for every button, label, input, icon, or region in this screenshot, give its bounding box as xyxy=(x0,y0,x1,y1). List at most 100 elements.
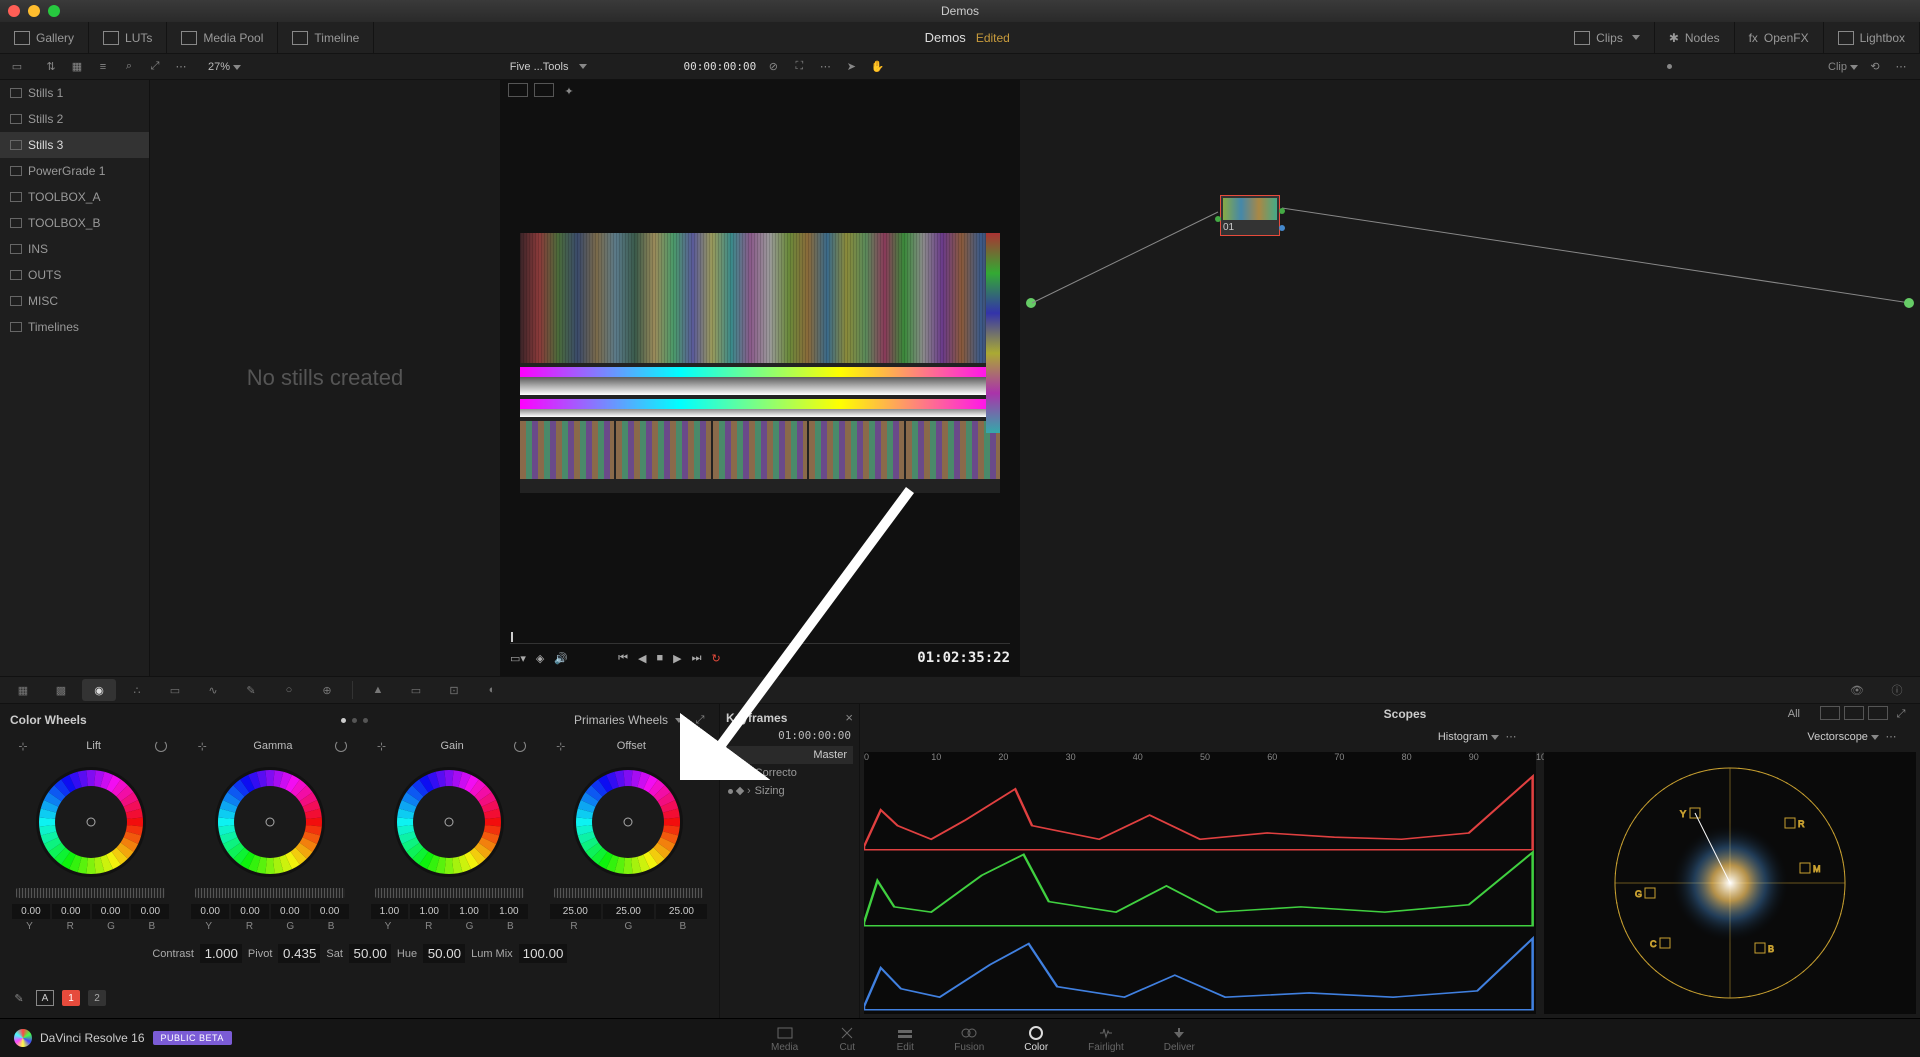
search-icon[interactable]: ⌕ xyxy=(120,59,138,75)
sidebar-item-outs[interactable]: OUTS xyxy=(0,262,149,288)
expand-icon[interactable]: ⤢ xyxy=(146,59,164,75)
page-tab-fusion[interactable]: Fusion xyxy=(954,1024,984,1053)
more-viewer-icon[interactable]: ⋯ xyxy=(816,59,834,75)
info-icon[interactable]: ⓘ xyxy=(1880,679,1914,701)
sidebar-item-powergrade1[interactable]: PowerGrade 1 xyxy=(0,158,149,184)
mute-icon[interactable]: 🔊 xyxy=(554,652,568,665)
reset-icon[interactable] xyxy=(514,740,526,752)
node-input-dot[interactable] xyxy=(1026,298,1036,308)
openfx-button[interactable]: fxOpenFX xyxy=(1735,22,1824,54)
page-tab-media[interactable]: Media xyxy=(771,1024,798,1053)
bypass-icon[interactable]: ⊘ xyxy=(764,59,782,75)
primaries-mode-dropdown[interactable]: Primaries Wheels xyxy=(574,713,683,727)
match-frame-icon[interactable]: ◈ xyxy=(536,652,544,665)
auto-balance-icon[interactable]: ✎ xyxy=(10,990,28,1006)
luts-button[interactable]: LUTs xyxy=(89,22,167,54)
qualifier-icon[interactable]: ✎ xyxy=(234,679,268,701)
sort-icon[interactable]: ⇅ xyxy=(42,59,60,75)
sizing-icon[interactable]: ⊡ xyxy=(437,679,471,701)
page-tab-deliver[interactable]: Deliver xyxy=(1164,1024,1195,1053)
camera-raw-icon[interactable]: ▦ xyxy=(6,679,40,701)
picker-icon[interactable]: ⊹ xyxy=(14,738,32,754)
mediapool-button[interactable]: Media Pool xyxy=(167,22,278,54)
wheel-value[interactable]: 25.00 xyxy=(550,904,601,919)
zoom-level[interactable]: 27% xyxy=(208,61,241,73)
nodes-more-icon[interactable]: ⋯ xyxy=(1892,59,1910,75)
wheel-value[interactable]: 1.00 xyxy=(410,904,448,919)
window-minimize-button[interactable] xyxy=(28,5,40,17)
ab-1-button[interactable]: 1 xyxy=(62,990,80,1006)
node-01[interactable]: 01 xyxy=(1220,195,1280,236)
master-wheel-strip[interactable] xyxy=(554,888,703,898)
viewer-canvas[interactable] xyxy=(500,100,1020,626)
viewer-menu-icon[interactable]: ▭▾ xyxy=(510,652,526,665)
scope-layout-1[interactable] xyxy=(1820,706,1840,720)
timeline-button[interactable]: Timeline xyxy=(278,22,374,54)
nodes-button[interactable]: ✱Nodes xyxy=(1655,22,1735,54)
color-wheel[interactable] xyxy=(389,762,509,882)
master-wheel-strip[interactable] xyxy=(16,888,165,898)
vectorscope-dropdown[interactable]: Vectorscope xyxy=(1807,731,1879,743)
reset-nodes-icon[interactable]: ⟲ xyxy=(1866,59,1884,75)
blur-icon[interactable]: ▲ xyxy=(361,679,395,701)
keyframes-all-dropdown[interactable]: All xyxy=(1788,708,1800,720)
wheel-value[interactable]: 0.00 xyxy=(271,904,309,919)
picker-icon[interactable]: ⊹ xyxy=(552,738,570,754)
page-tab-color[interactable]: Color xyxy=(1024,1024,1048,1053)
scope-layout-2[interactable] xyxy=(1844,706,1864,720)
page-tab-edit[interactable]: Edit xyxy=(896,1024,914,1053)
3d-icon[interactable]: ◐ xyxy=(475,679,509,701)
window-close-button[interactable] xyxy=(8,5,20,17)
wheel-value[interactable]: 0.00 xyxy=(52,904,90,919)
node-alpha-connector[interactable] xyxy=(1279,225,1285,231)
loop-button[interactable]: ↻ xyxy=(712,652,721,665)
color-wheel[interactable] xyxy=(568,762,688,882)
window-icon[interactable]: ○ xyxy=(272,679,306,701)
master-wheel-strip[interactable] xyxy=(375,888,524,898)
node-graph[interactable]: 01 xyxy=(1020,80,1920,676)
hand-icon[interactable]: ✋ xyxy=(868,59,886,75)
wheel-value[interactable]: 25.00 xyxy=(603,904,654,919)
sidebar-item-stills1[interactable]: Stills 1 xyxy=(0,80,149,106)
wheel-value[interactable]: 25.00 xyxy=(656,904,707,919)
grid-icon[interactable]: ▦ xyxy=(68,59,86,75)
keyframes-master-row[interactable]: Master xyxy=(726,746,853,764)
ab-a-button[interactable]: A xyxy=(36,990,54,1006)
eye-icon[interactable]: 👁 xyxy=(1840,679,1874,701)
keyframes-row-sizing[interactable]: ›Sizing xyxy=(726,782,853,800)
node-output-dot[interactable] xyxy=(1904,298,1914,308)
picker-icon[interactable]: ⊹ xyxy=(193,738,211,754)
viewer-mode-2[interactable] xyxy=(534,83,554,97)
window-maximize-button[interactable] xyxy=(48,5,60,17)
curves-icon[interactable]: ∿ xyxy=(196,679,230,701)
scope-layout-3[interactable] xyxy=(1868,706,1888,720)
next-frame-button[interactable]: ⏭ xyxy=(692,652,702,665)
clip-name[interactable]: Five ...Tools xyxy=(510,61,569,73)
color-match-icon[interactable]: ▩ xyxy=(44,679,78,701)
wheel-value[interactable]: 0.00 xyxy=(231,904,269,919)
reset-icon[interactable] xyxy=(155,740,167,752)
list-icon[interactable]: ≡ xyxy=(94,59,112,75)
viewer-scrubber[interactable] xyxy=(510,630,1010,644)
wheel-value[interactable]: 1.00 xyxy=(490,904,528,919)
key-icon[interactable]: ▭ xyxy=(399,679,433,701)
wheel-value[interactable]: 0.00 xyxy=(92,904,130,919)
page-dots[interactable] xyxy=(341,718,368,723)
lightbox-button[interactable]: Lightbox xyxy=(1824,22,1920,54)
reset-icon[interactable] xyxy=(693,740,705,752)
lummix-input[interactable] xyxy=(519,944,567,963)
clips-button[interactable]: Clips xyxy=(1560,22,1655,54)
sat-input[interactable] xyxy=(349,944,391,963)
sidebar-item-toolbox-b[interactable]: TOOLBOX_B xyxy=(0,210,149,236)
contrast-input[interactable] xyxy=(200,944,242,963)
page-tab-fairlight[interactable]: Fairlight xyxy=(1088,1024,1124,1053)
reset-icon[interactable] xyxy=(335,740,347,752)
viewer-mode-1[interactable] xyxy=(508,83,528,97)
keyframes-row-corrector[interactable]: ›Correcto xyxy=(726,764,853,782)
sidebar-item-timelines[interactable]: Timelines xyxy=(0,314,149,340)
ab-2-button[interactable]: 2 xyxy=(88,990,106,1006)
play-button[interactable]: ▶ xyxy=(673,652,681,665)
vectorscope-settings-icon[interactable]: ⋯ xyxy=(1882,728,1900,744)
wheel-value[interactable]: 0.00 xyxy=(311,904,349,919)
motion-effects-icon[interactable]: ▭ xyxy=(158,679,192,701)
